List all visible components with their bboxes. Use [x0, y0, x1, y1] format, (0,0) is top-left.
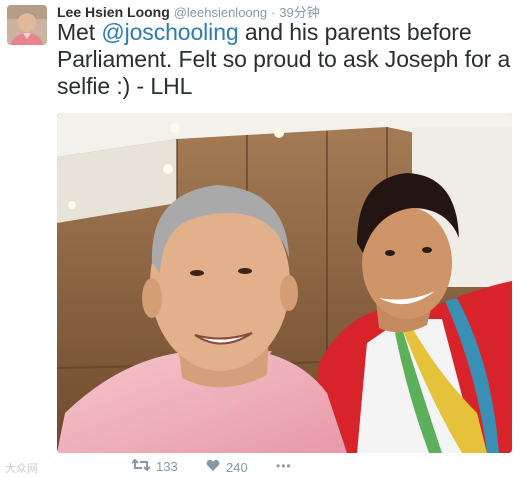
- retweet-count: 133: [156, 459, 178, 474]
- more-button[interactable]: •••: [276, 459, 292, 473]
- selfie-photo: [57, 113, 512, 453]
- mention-link[interactable]: @joschooling: [101, 19, 238, 45]
- tweet-photo[interactable]: [57, 113, 512, 453]
- author-name[interactable]: Lee Hsien Loong: [57, 4, 170, 20]
- author-handle[interactable]: @leehsienloong: [174, 5, 267, 20]
- author-avatar[interactable]: [7, 5, 47, 45]
- tweet-text-part: Met: [57, 19, 102, 45]
- retweet-icon: [131, 458, 151, 474]
- heart-icon: [206, 459, 220, 475]
- like-button[interactable]: 240: [206, 459, 248, 475]
- avatar-image: [7, 5, 47, 45]
- more-icon: •••: [276, 459, 292, 473]
- tweet-timestamp[interactable]: 39分钟: [279, 5, 319, 20]
- header-separator: ·: [271, 5, 276, 20]
- tweet-text: Met @joschooling and his parents before …: [57, 19, 512, 100]
- tweet-actions: 133 240 •••: [0, 458, 520, 479]
- retweet-button[interactable]: 133: [131, 458, 178, 474]
- like-count: 240: [226, 459, 248, 475]
